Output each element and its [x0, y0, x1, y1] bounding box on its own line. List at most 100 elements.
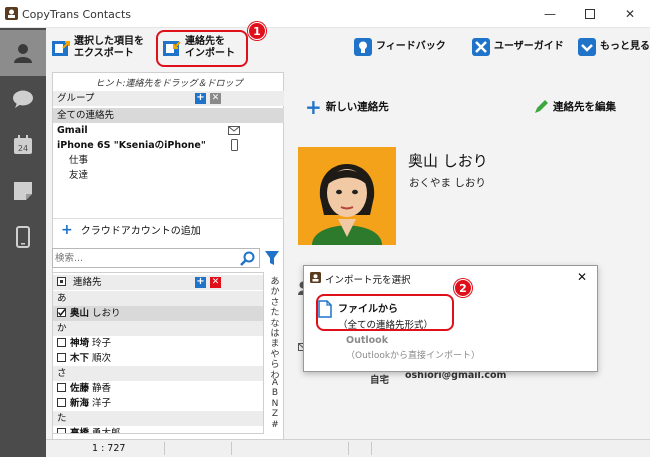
rail-calendar-button[interactable]: 24 [0, 122, 46, 168]
feedback-label: フィードバック [376, 41, 446, 52]
contact-given-name: 洋子 [92, 398, 112, 409]
search-input[interactable] [55, 250, 235, 266]
rail-contacts-button[interactable] [0, 30, 46, 76]
person-icon [14, 44, 32, 63]
export-label: 選択した項目を エクスポート [74, 36, 144, 59]
edit-contact-button[interactable]: 連絡先を編集 [533, 99, 616, 115]
more-label: もっと見る [600, 41, 650, 52]
contacts-header: 連絡先 + ✕ [53, 275, 263, 290]
status-divider [348, 442, 349, 455]
status-count: 1 : 727 [92, 443, 126, 454]
window-title: CopyTrans Contacts [22, 8, 131, 21]
svg-text:24: 24 [18, 144, 28, 153]
minimize-icon: — [544, 7, 556, 21]
more-button[interactable]: もっと見る [578, 38, 650, 56]
group-label: 仕事 [69, 155, 89, 166]
contacts-header-label: 連絡先 [73, 277, 102, 288]
minimize-button[interactable]: — [530, 0, 570, 28]
contact-row[interactable]: 高橋 勇太郎 [53, 426, 263, 434]
feedback-button[interactable]: フィードバック [354, 38, 446, 56]
plus-icon: + [305, 95, 322, 119]
group-label: Gmail [57, 125, 88, 136]
new-contact-button[interactable]: + 新しい連絡先 [305, 95, 389, 119]
delete-contact-icon[interactable]: ✕ [210, 277, 221, 288]
app-window: CopyTrans Contacts — ✕ 24 選択した項目を エクスポート… [0, 0, 650, 457]
file-option-highlight [316, 294, 454, 331]
contact-surname: 神埼 [70, 338, 90, 349]
chevron-down-icon [578, 38, 596, 56]
group-header: グループ + ✕ [53, 91, 285, 106]
section-letter: た [57, 413, 67, 424]
contact-checkbox[interactable] [57, 383, 66, 392]
contact-row[interactable]: 奥山 しおり [53, 306, 263, 321]
alphabet-index-letter[interactable]: B [268, 388, 282, 398]
search-icon[interactable] [240, 251, 255, 266]
contact-given-name: 静香 [92, 383, 112, 394]
contact-surname: 高橋 [70, 428, 90, 434]
add-group-icon[interactable]: + [195, 93, 206, 104]
plus-icon: + [61, 221, 73, 238]
contact-checkbox[interactable] [57, 428, 66, 433]
search-box [52, 248, 260, 268]
alphabet-index-letter[interactable]: # [268, 420, 282, 430]
app-icon [5, 7, 18, 20]
alphabet-index-letter[interactable]: Z [268, 409, 282, 419]
select-all-checkbox[interactable] [57, 277, 66, 286]
alphabet-index-letter[interactable]: A [268, 378, 282, 388]
close-button[interactable]: ✕ [610, 0, 650, 28]
contact-checkbox[interactable] [57, 338, 66, 347]
rail-notes-button[interactable] [0, 168, 46, 214]
export-button[interactable]: 選択した項目を エクスポート [52, 36, 144, 60]
status-divider [231, 442, 232, 455]
group-item-friends[interactable]: 友達 [53, 168, 285, 183]
filter-icon[interactable] [264, 250, 280, 266]
rail-device-button[interactable] [0, 214, 46, 260]
calendar-icon: 24 [14, 135, 32, 154]
contact-surname: 木下 [70, 353, 90, 364]
contact-checkbox[interactable] [57, 398, 66, 407]
contact-avatar [298, 147, 396, 245]
drag-drop-hint: ヒント:連絡先をドラッグ＆ドロップ [95, 79, 243, 89]
maximize-icon [585, 9, 595, 19]
group-item-work[interactable]: 仕事 [53, 153, 285, 168]
contact-detail-pane [284, 72, 650, 438]
alphabet-index-letter[interactable]: N [268, 399, 282, 409]
contact-given-name: しおり [92, 308, 121, 319]
outlook-option-subtitle: （Outlookから直接インポート） [346, 351, 481, 361]
add-cloud-account-label: クラウドアカウントの追加 [80, 226, 201, 237]
import-button[interactable]: 連絡先を インポート [163, 36, 235, 60]
app-icon [310, 272, 321, 283]
import-from-outlook-option[interactable]: Outlook （Outlookから直接インポート） [346, 335, 480, 361]
email-field-label: 自宅 [370, 375, 390, 386]
group-item-iphone[interactable]: iPhone 6S "KseniaのiPhone" [53, 138, 285, 153]
group-label: 友達 [69, 170, 89, 181]
group-item-all[interactable]: 全ての連絡先 [53, 108, 285, 123]
contact-row[interactable]: 木下 順次 [53, 351, 263, 366]
contact-checkbox[interactable] [57, 353, 66, 362]
add-cloud-account-button[interactable]: + クラウドアカウントの追加 [53, 218, 285, 240]
add-contact-icon[interactable]: + [195, 277, 206, 288]
contact-checkbox[interactable] [57, 308, 66, 317]
dialog-title: インポート元を選択 [325, 275, 411, 286]
note-icon [14, 182, 32, 200]
maximize-button[interactable] [570, 0, 610, 28]
rail-messages-button[interactable] [0, 76, 46, 122]
contact-row[interactable]: 新海 洋子 [53, 396, 263, 411]
phone-icon [231, 139, 238, 151]
group-label: 全ての連絡先 [57, 110, 115, 121]
contact-row[interactable]: 神埼 玲子 [53, 336, 263, 351]
dialog-close-button[interactable]: ✕ [572, 268, 592, 286]
contact-reading: おくやま しおり [409, 177, 486, 189]
delete-group-icon[interactable]: ✕ [210, 93, 221, 104]
group-item-gmail[interactable]: Gmail [53, 123, 285, 138]
status-bar: 1 : 727 [46, 439, 650, 457]
close-icon: ✕ [624, 7, 636, 21]
contact-given-name: 勇太郎 [92, 428, 121, 434]
user-guide-label: ユーザーガイド [494, 41, 564, 52]
user-guide-button[interactable]: ユーザーガイド [472, 38, 564, 56]
contact-row[interactable]: 佐藤 静香 [53, 381, 263, 396]
outlook-option-title: Outlook [346, 335, 389, 346]
edit-contact-label: 連絡先を編集 [553, 101, 616, 113]
contact-given-name: 順次 [92, 353, 112, 364]
contact-surname: 佐藤 [70, 383, 90, 394]
